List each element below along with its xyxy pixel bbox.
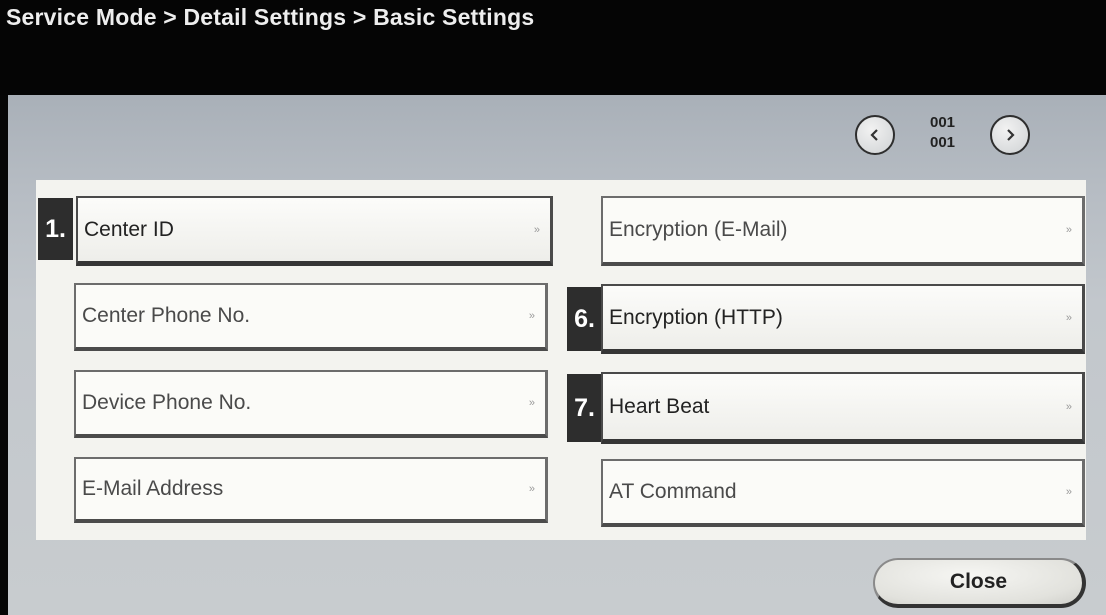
double-arrow-icon: » xyxy=(1065,400,1072,413)
device-phone-no-label: Device Phone No. xyxy=(82,391,252,414)
center-phone-no-button[interactable]: Center Phone No. » xyxy=(74,283,548,351)
double-arrow-icon: » xyxy=(528,310,535,322)
chevron-right-icon xyxy=(1007,129,1015,141)
chevron-left-icon xyxy=(870,129,878,141)
encryption-http-button[interactable]: Encryption (HTTP) » xyxy=(601,284,1085,354)
service-mode-screen: Service Mode > Detail Settings > Basic S… xyxy=(0,0,1106,615)
double-arrow-icon: » xyxy=(533,223,540,236)
close-button[interactable]: Close xyxy=(873,558,1086,608)
item-number-badge: 7. xyxy=(567,374,602,442)
center-id-label: Center ID xyxy=(84,217,174,241)
center-id-button[interactable]: Center ID » xyxy=(76,196,553,266)
heart-beat-label: Heart Beat xyxy=(609,394,710,418)
encryption-email-label: Encryption (E-Mail) xyxy=(609,218,788,241)
pager: 001 001 xyxy=(845,110,1045,170)
title-bar: Service Mode > Detail Settings > Basic S… xyxy=(0,0,1106,95)
prev-page-button[interactable] xyxy=(855,115,895,155)
current-page-number: 001 xyxy=(930,114,956,131)
encryption-http-label: Encryption (HTTP) xyxy=(609,305,783,329)
encryption-email-button[interactable]: Encryption (E-Mail) » xyxy=(601,196,1085,266)
breadcrumb: Service Mode > Detail Settings > Basic S… xyxy=(6,4,535,30)
double-arrow-icon: » xyxy=(1065,311,1072,324)
email-address-label: E-Mail Address xyxy=(82,477,224,500)
next-page-button[interactable] xyxy=(990,115,1030,155)
center-phone-no-label: Center Phone No. xyxy=(82,304,251,327)
device-phone-no-button[interactable]: Device Phone No. » xyxy=(74,370,548,438)
item-number-badge: 6. xyxy=(567,287,602,351)
total-page-number: 001 xyxy=(930,134,956,151)
double-arrow-icon: » xyxy=(528,483,535,495)
at-command-button[interactable]: AT Command » xyxy=(601,459,1085,527)
at-command-label: AT Command xyxy=(609,480,737,503)
heart-beat-button[interactable]: Heart Beat » xyxy=(601,372,1085,444)
email-address-button[interactable]: E-Mail Address » xyxy=(74,457,548,523)
double-arrow-icon: » xyxy=(1065,224,1072,236)
item-number-badge: 1. xyxy=(38,198,73,260)
double-arrow-icon: » xyxy=(528,397,535,409)
double-arrow-icon: » xyxy=(1065,486,1072,498)
